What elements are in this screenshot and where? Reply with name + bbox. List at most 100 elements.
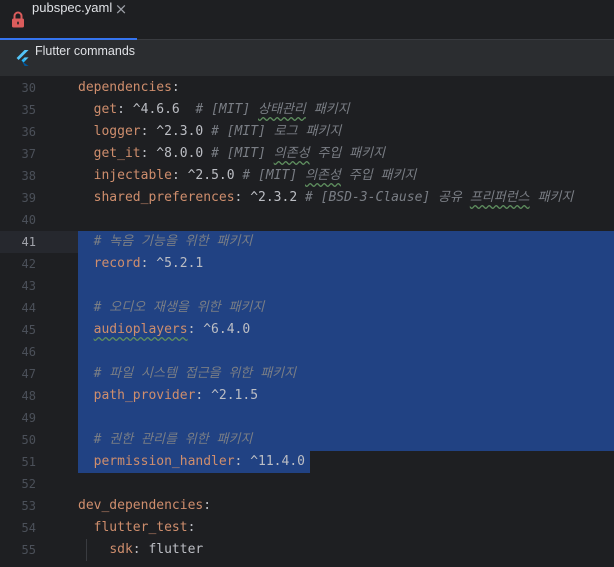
line-content: # 파일 시스템 접근을 위한 패키지 [78,363,296,385]
code-line[interactable]: 35 get: ^4.6.6 # [MIT] 상태관리 패키지 [0,99,614,121]
line-number: 50 [21,433,36,447]
comment-typo-word: 상태관리 [258,102,306,117]
comment-typo-word: 프리퍼런스 [469,190,530,205]
code-line[interactable]: 44 # 오디오 재생을 위한 패키지 [0,297,614,319]
code-text[interactable]: get_it: ^8.0.0 # [MIT] 의존성 주입 패키지 [78,143,614,165]
yaml-value: ^11.4.0 [250,454,305,469]
selected-code[interactable]: path_provider: ^2.1.5 [78,385,614,407]
flutter-commands-button[interactable]: Flutter commands [10,44,135,72]
line-content: dev_dependencies: [78,495,211,517]
selected-code[interactable]: # 오디오 재생을 위한 패키지 [78,297,614,319]
line-content: get: ^4.6.6 # [MIT] 상태관리 패키지 [78,99,350,121]
code-line[interactable]: 43 [0,275,614,297]
selected-code[interactable]: # 녹음 기능을 위한 패키지 [78,231,614,253]
code-text[interactable]: dependencies: [78,77,614,99]
code-line[interactable]: 45 audioplayers: ^6.4.0 [0,319,614,341]
code-line[interactable]: 55 sdk: flutter [0,539,614,561]
code-text[interactable]: dev_dependencies: [78,495,614,517]
comment: 패키지 [305,102,350,117]
line-number: 51 [21,455,36,469]
code-text[interactable]: injectable: ^2.5.0 # [MIT] 의존성 주입 패키지 [78,165,614,187]
comment: # [MIT] [211,146,274,161]
code-line[interactable]: 52 [0,473,614,495]
spacing [203,124,211,139]
code-line[interactable]: 30 dependencies: [0,77,614,99]
spacing [297,190,305,205]
selected-code[interactable]: record: ^5.2.1 [78,253,614,275]
comment-typo-word: 의존성 [305,168,341,183]
line-number: 35 [21,103,36,117]
line-number: 41 [21,235,36,249]
selected-code[interactable] [78,407,614,429]
code-line[interactable]: 46 [0,341,614,363]
code-line[interactable]: 42 record: ^5.2.1 [0,253,614,275]
code-line[interactable]: 41 # 녹음 기능을 위한 패키지 [0,231,614,253]
selected-code[interactable]: permission_handler: ^11.4.0 [78,451,614,473]
line-number: 37 [21,147,36,161]
code-text[interactable] [78,209,614,231]
yaml-key: logger [93,124,141,139]
code-line[interactable]: 51 permission_handler: ^11.4.0 [0,451,614,473]
selected-code[interactable]: # 권한 관리를 위한 패키지 [78,429,614,451]
key-separator: : [171,168,188,183]
close-icon[interactable]: × [114,0,128,18]
comment: # 녹음 기능을 위한 패키지 [93,234,253,249]
key-separator: : [140,256,157,271]
code-text[interactable]: get: ^4.6.6 # [MIT] 상태관리 패키지 [78,99,614,121]
selected-code[interactable]: audioplayers: ^6.4.0 [78,319,614,341]
lock-icon [11,11,25,28]
code-line[interactable]: 48 path_provider: ^2.1.5 [0,385,614,407]
flutter-commands-label: Flutter commands [35,44,136,58]
code-text[interactable]: shared_preferences: ^2.3.2 # [BSD-3-Clau… [78,187,614,209]
selected-code[interactable] [78,275,614,297]
selected-code[interactable] [78,341,614,363]
code-text[interactable] [78,473,614,495]
code-text[interactable]: flutter_test: [78,517,614,539]
line-number: 54 [21,521,36,535]
code-text[interactable]: sdk: flutter [78,539,614,561]
yaml-key: permission_handler [93,454,235,469]
line-number: 39 [21,191,36,205]
yaml-key: flutter_test [93,520,188,535]
line-content: # 오디오 재생을 위한 패키지 [78,297,265,319]
yaml-key: dev_dependencies [78,498,204,513]
line-content: record: ^5.2.1 [78,253,204,275]
code-line[interactable]: 38 injectable: ^2.5.0 # [MIT] 의존성 주입 패키지 [0,165,614,187]
line-content: shared_preferences: ^2.3.2 # [BSD-3-Clau… [78,187,574,209]
code-line[interactable]: 39 shared_preferences: ^2.3.2 # [BSD-3-C… [0,187,614,209]
line-number: 49 [21,411,36,425]
code-line[interactable]: 50 # 권한 관리를 위한 패키지 [0,429,614,451]
selected-code[interactable]: # 파일 시스템 접근을 위한 패키지 [78,363,614,385]
code-line[interactable]: 54 flutter_test: [0,517,614,539]
yaml-key: shared_preferences [93,190,235,205]
line-number: 43 [21,279,36,293]
comment: # [MIT] 로그 패키지 [211,124,342,139]
line-number: 52 [21,477,36,491]
code-editor[interactable]: 30 dependencies: 35 get: ^4.6.6 # [MIT] 상태… [0,77,614,567]
code-line[interactable]: 37 get_it: ^8.0.0 # [MIT] 의존성 주입 패키지 [0,143,614,165]
tab-pubspec-yaml[interactable]: pubspec.yaml × [0,0,137,41]
comment: # 오디오 재생을 위한 패키지 [93,300,265,315]
line-content: dependencies: [78,77,180,99]
key-separator: : [140,124,157,139]
code-line[interactable]: 40 [0,209,614,231]
code-line[interactable]: 53 dev_dependencies: [0,495,614,517]
code-text[interactable]: logger: ^2.3.0 # [MIT] 로그 패키지 [78,121,614,143]
code-line[interactable]: 47 # 파일 시스템 접근을 위한 패키지 [0,363,614,385]
line-number: 45 [21,323,36,337]
key-separator: : [195,388,212,403]
key-separator: : [171,80,180,95]
code-line[interactable]: 49 [0,407,614,429]
yaml-key: dependencies [78,80,172,95]
line-number: 48 [21,389,36,403]
code-line[interactable]: 36 logger: ^2.3.0 # [MIT] 로그 패키지 [0,121,614,143]
yaml-value: ^8.0.0 [156,146,204,161]
